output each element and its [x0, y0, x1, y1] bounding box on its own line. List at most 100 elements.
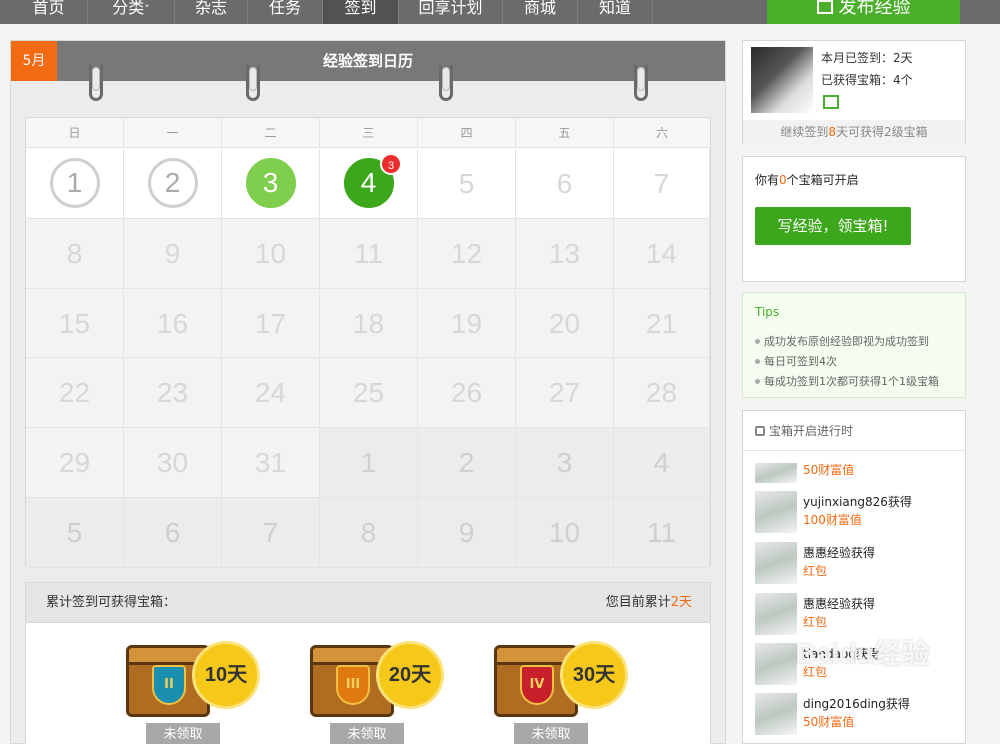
nav-category-label: 分类 — [112, 0, 145, 17]
write-experience-button[interactable]: 写经验，领宝箱! — [755, 207, 911, 245]
weekday-sun: 日 — [26, 118, 124, 148]
bullet-icon — [755, 379, 760, 384]
chest-days: 30天 — [560, 641, 628, 709]
nav-home[interactable]: 首页 — [10, 0, 88, 24]
calendar-day[interactable]: 14 — [614, 218, 710, 289]
calendar-day[interactable]: 29 — [26, 428, 124, 498]
chests-obtained: 已获得宝箱：4个 — [821, 71, 913, 88]
avatar[interactable] — [751, 47, 813, 113]
claim-button[interactable]: 未领取 — [330, 723, 404, 744]
avatar[interactable] — [755, 463, 797, 483]
calendar-grid: 日 一 二 三 四 五 六 1 2 3 4 3 5 6 7 8 9 10 11 12 13 14 15 16 17… — [25, 117, 711, 568]
nav-tasks[interactable]: 任务 — [248, 0, 323, 24]
avatar[interactable] — [755, 593, 797, 635]
binder-ring-icon — [92, 67, 100, 91]
calendar-day[interactable]: 5 — [26, 498, 124, 568]
chest-opening-feed: 宝箱开启进行时 50财富值 yujinxiang826获得 100财富值 惠惠经验… — [742, 410, 966, 744]
tip-text: 每日可签到4次 — [764, 355, 837, 368]
claim-button[interactable]: 未领取 — [514, 723, 588, 744]
claim-button[interactable]: 未领取 — [146, 723, 220, 744]
calendar-day[interactable]: 2 — [418, 428, 516, 498]
calendar-day[interactable]: 15 — [26, 288, 124, 359]
calendar-day[interactable]: 13 — [516, 218, 614, 289]
nav-mall[interactable]: 商城 — [503, 0, 578, 24]
calendar-day[interactable]: 30 — [124, 428, 222, 498]
avatar[interactable] — [755, 491, 797, 533]
calendar-day[interactable]: 3 — [222, 149, 320, 219]
nav-share-plan[interactable]: 回享计划 — [399, 0, 503, 24]
nav-zhidao[interactable]: 知道 — [578, 0, 653, 24]
calendar-day[interactable]: 7 — [222, 498, 320, 568]
binder-ring-icon — [637, 67, 645, 91]
calendar-day[interactable]: 26 — [418, 358, 516, 429]
calendar-day[interactable]: 31 — [222, 428, 320, 498]
feed-item: 惠惠经验获得 红包 — [755, 542, 965, 590]
calendar-day[interactable]: 23 — [124, 358, 222, 429]
calendar-day[interactable]: 24 — [222, 358, 320, 429]
calendar-day[interactable]: 11 — [320, 218, 418, 289]
chest-count-prefix: 你有 — [755, 173, 780, 187]
calendar-day[interactable]: 25 — [320, 358, 418, 429]
feed-user[interactable]: 惠惠经验获得 — [803, 544, 875, 561]
calendar-day[interactable]: 9 — [124, 218, 222, 289]
publish-label: 发布经验 — [838, 0, 911, 18]
chest-count-value: 0 — [779, 173, 787, 187]
user-signin-summary: 本月已签到：2天 已获得宝箱：4个 继续签到8天可获得2级宝箱 — [742, 40, 966, 144]
publish-experience-button[interactable]: 发布经验 — [767, 0, 960, 24]
feed-prize: 红包 — [803, 615, 828, 629]
chest-level-label: III — [336, 665, 370, 705]
month-label: 5月 — [11, 41, 57, 81]
calendar-day[interactable]: 3 — [516, 428, 614, 498]
feed-user[interactable]: ding2016ding获得 — [803, 695, 910, 712]
calendar-day[interactable]: 28 — [614, 358, 710, 429]
tip-item: 成功发布原创经验即视为成功签到 — [755, 333, 929, 349]
calendar-day[interactable]: 43 — [320, 149, 418, 219]
feed-user[interactable]: 惠惠经验获得 — [803, 595, 875, 612]
nav-signin[interactable]: 签到 — [323, 0, 399, 24]
weekday-mon: 一 — [124, 118, 222, 148]
next-chest-hint: 继续签到8天可获得2级宝箱 — [743, 120, 965, 144]
calendar-day[interactable]: 4 — [614, 428, 710, 498]
chest-rewards-header: 累计签到可获得宝箱： 您目前累计2天 — [26, 583, 710, 623]
nav-magazine[interactable]: 杂志 — [175, 0, 248, 24]
chest-level-3: III 20天 — [310, 637, 446, 725]
edit-icon — [816, 0, 833, 14]
calendar-day[interactable]: 22 — [26, 358, 124, 429]
calendar-day[interactable]: 12 — [418, 218, 516, 289]
tips-title: Tips — [755, 305, 780, 319]
signin-count-badge: 3 — [380, 153, 402, 175]
feed-user[interactable]: yujinxiang826获得 — [803, 493, 912, 510]
calendar-day[interactable]: 1 — [26, 149, 124, 219]
calendar-day[interactable]: 7 — [614, 149, 710, 219]
chest-level-label: IV — [520, 665, 554, 705]
binder-ring-icon — [442, 67, 450, 91]
calendar-day[interactable]: 20 — [516, 288, 614, 359]
calendar-day[interactable]: 2 — [124, 149, 222, 219]
chests-obtained-label: 已获得宝箱： — [821, 73, 894, 87]
calendar-day[interactable]: 27 — [516, 358, 614, 429]
calendar-day[interactable]: 19 — [418, 288, 516, 359]
calendar-day[interactable]: 9 — [418, 498, 516, 568]
chest-level-2: II 10天 — [126, 637, 262, 725]
feed-prize: 50财富值 — [803, 463, 855, 477]
avatar[interactable] — [755, 693, 797, 735]
calendar-day[interactable]: 8 — [320, 498, 418, 568]
nav-category[interactable]: 分类˅ — [88, 0, 175, 24]
tip-text: 成功发布原创经验即视为成功签到 — [764, 335, 929, 348]
avatar[interactable] — [755, 643, 797, 685]
calendar-day[interactable]: 5 — [418, 149, 516, 219]
calendar-day[interactable]: 10 — [222, 218, 320, 289]
calendar-day[interactable]: 21 — [614, 288, 710, 359]
calendar-day[interactable]: 18 — [320, 288, 418, 359]
calendar-day[interactable]: 6 — [516, 149, 614, 219]
calendar-day[interactable]: 17 — [222, 288, 320, 359]
avatar[interactable] — [755, 542, 797, 584]
calendar-day[interactable]: 6 — [124, 498, 222, 568]
hint-days: 8 — [828, 125, 836, 139]
calendar-day[interactable]: 16 — [124, 288, 222, 359]
feed-item: ding2016ding获得 50财富值 — [755, 693, 965, 741]
calendar-day[interactable]: 10 — [516, 498, 614, 568]
calendar-day[interactable]: 11 — [614, 498, 710, 568]
calendar-day[interactable]: 1 — [320, 428, 418, 498]
calendar-day[interactable]: 8 — [26, 218, 124, 289]
